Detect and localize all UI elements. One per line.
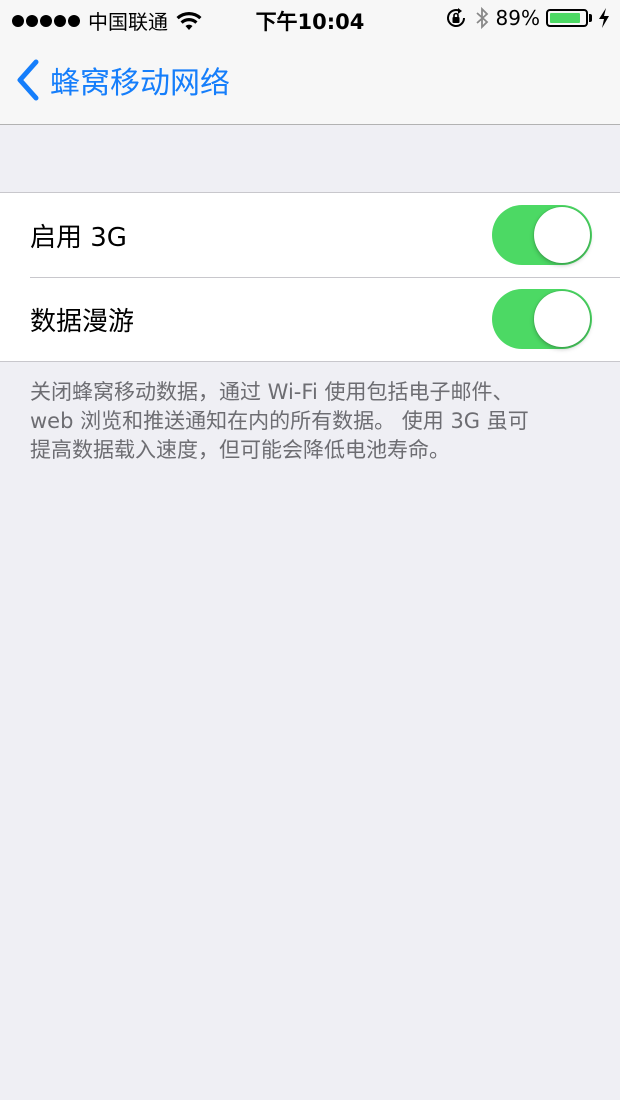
back-button[interactable]: 蜂窝移动网络 — [14, 58, 230, 102]
footer-line-3: 提高数据载入速度，但可能会降低电池寿命。 — [30, 438, 450, 462]
toggle-enable-3g[interactable] — [492, 205, 592, 265]
settings-group: 启用 3G 数据漫游 — [0, 192, 620, 362]
battery-percent: 89% — [495, 6, 540, 30]
charging-bolt-icon — [599, 8, 609, 28]
navigation-bar: 蜂窝移动网络 — [0, 40, 620, 125]
toggle-data-roaming[interactable] — [492, 289, 592, 349]
footer-line-1: 关闭蜂窝移动数据，通过 Wi-Fi 使用包括电子邮件、 — [30, 380, 514, 404]
chevron-left-icon — [17, 59, 39, 101]
row-data-roaming: 数据漫游 — [0, 277, 620, 361]
row-label-enable-3g: 启用 3G — [30, 222, 127, 253]
row-enable-3g: 启用 3G — [0, 193, 620, 277]
back-label: 蜂窝移动网络 — [50, 66, 230, 101]
footer-note: 关闭蜂窝移动数据，通过 Wi-Fi 使用包括电子邮件、 web 浏览和推送通知在… — [30, 378, 595, 465]
footer-line-2: web 浏览和推送通知在内的所有数据。 使用 3G 虽可 — [30, 409, 529, 433]
toggle-knob — [534, 291, 590, 347]
toggle-knob — [534, 207, 590, 263]
status-right: 89% — [444, 6, 610, 30]
orientation-lock-icon — [446, 8, 465, 27]
battery-icon — [546, 9, 592, 27]
bluetooth-icon — [475, 6, 488, 30]
status-bar: 中国联通 下午10:04 89% — [0, 0, 620, 40]
row-label-data-roaming: 数据漫游 — [30, 306, 135, 337]
